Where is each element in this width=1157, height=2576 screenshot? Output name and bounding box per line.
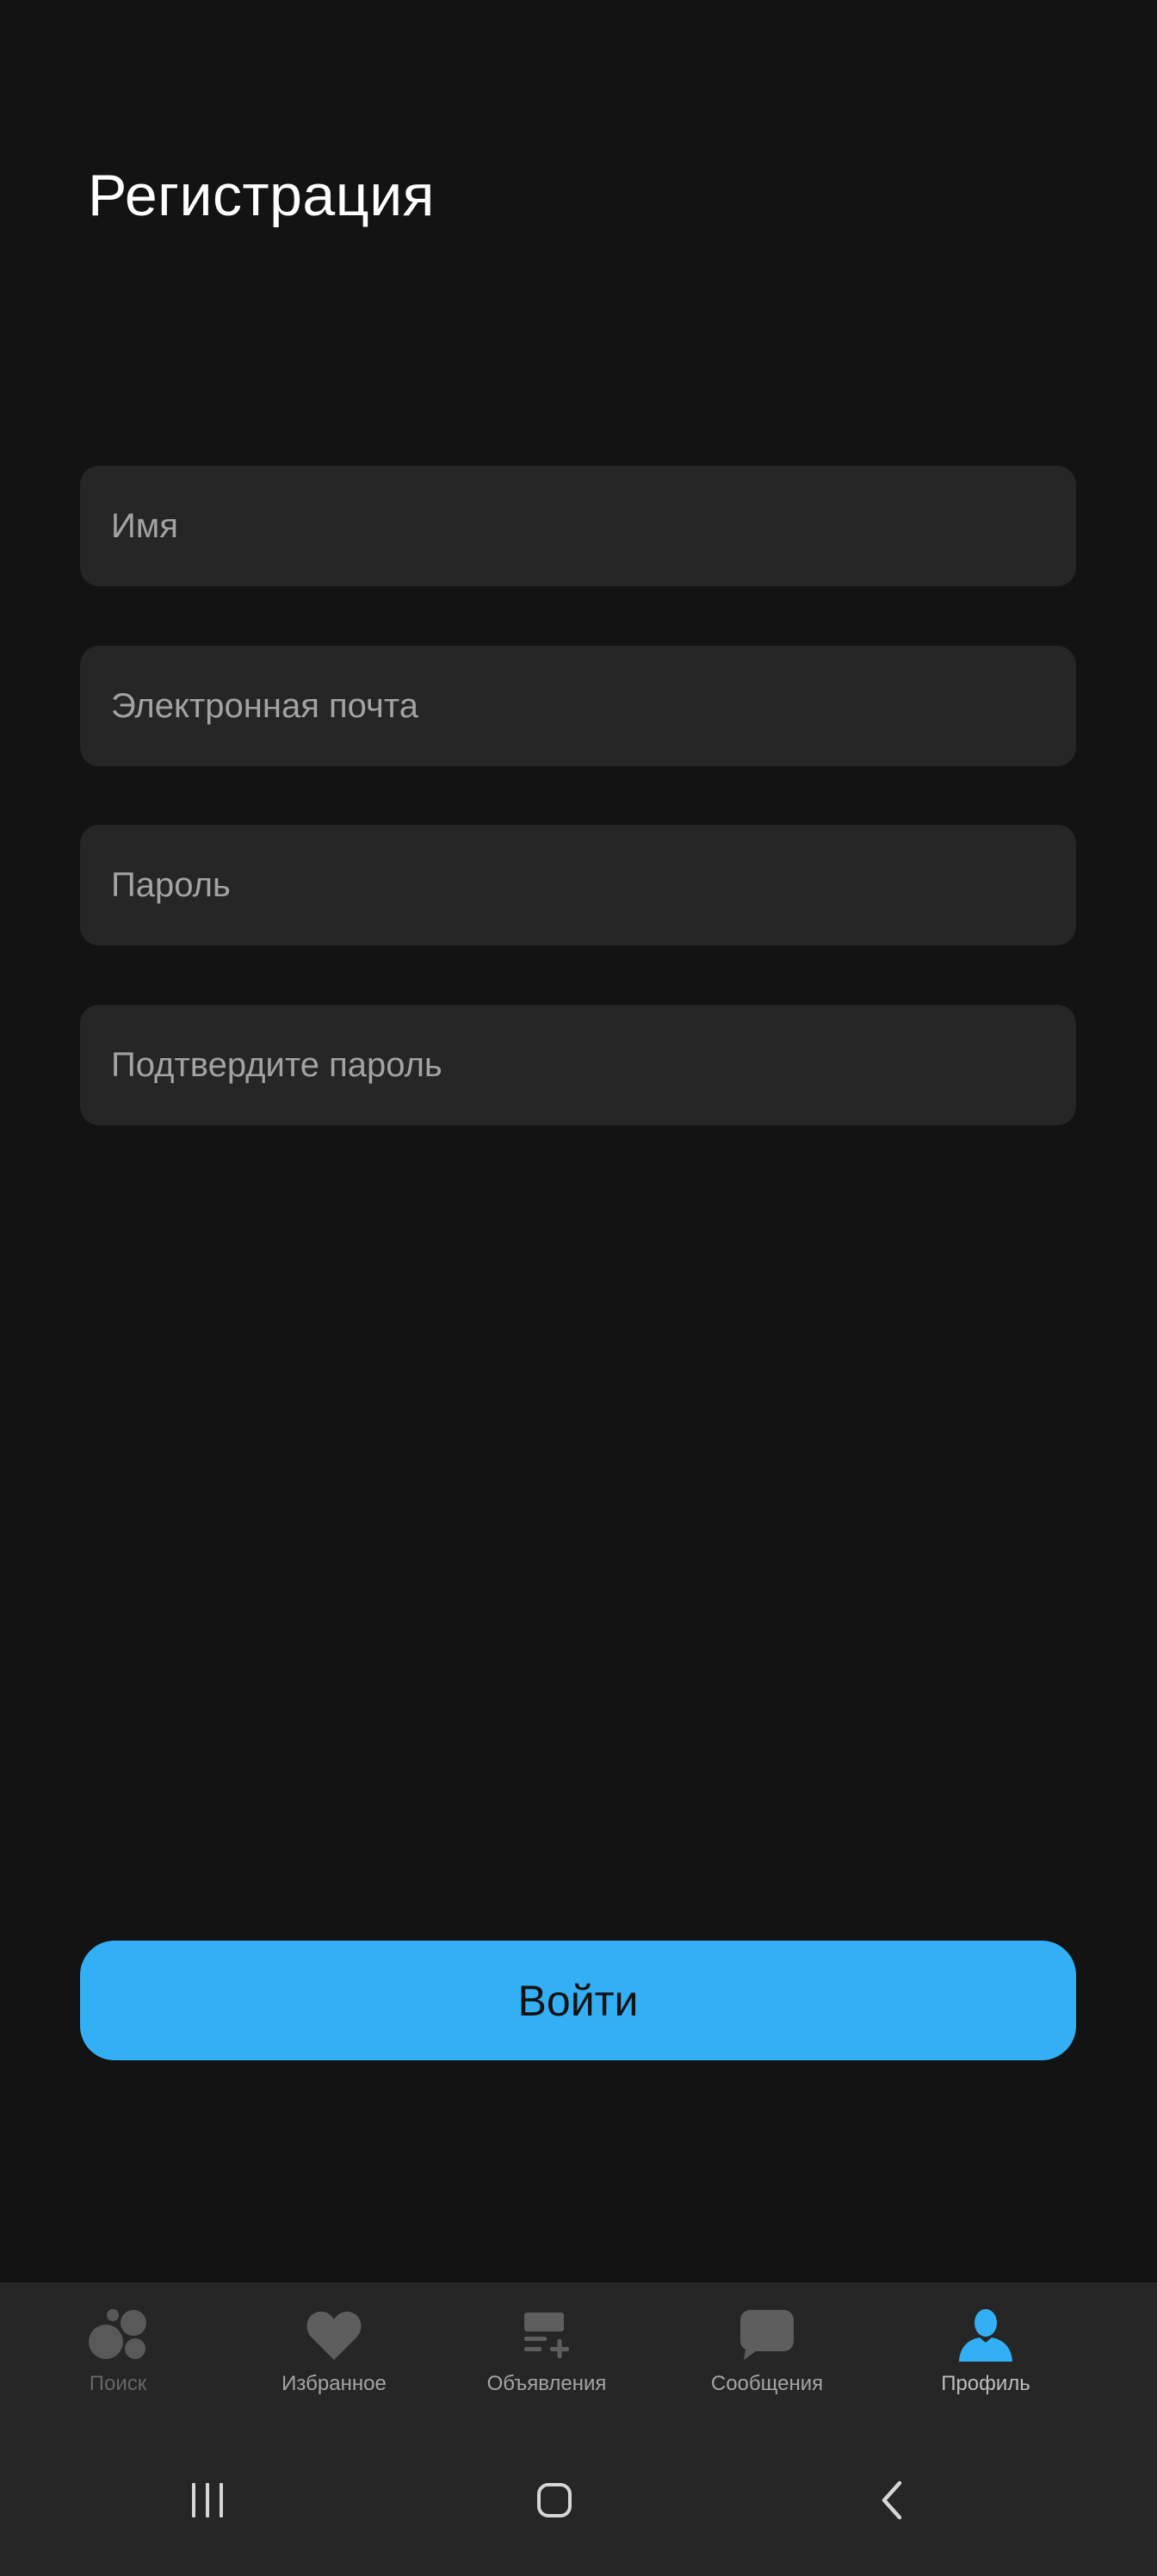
name-input[interactable] xyxy=(111,466,1076,586)
nav-item-profile[interactable]: Профиль xyxy=(891,2282,1080,2433)
recent-apps-icon xyxy=(189,2481,226,2523)
nav-label-messages: Сообщения xyxy=(710,2372,824,2395)
confirm-password-input[interactable] xyxy=(111,1005,1076,1125)
heart-icon xyxy=(305,2305,363,2365)
list-add-icon xyxy=(521,2305,572,2365)
registration-screen: Регистрация Войти Поиск xyxy=(0,0,1157,2576)
nav-item-messages[interactable]: Сообщения xyxy=(672,2282,862,2433)
login-button[interactable]: Войти xyxy=(80,1941,1076,2060)
recent-apps-button[interactable] xyxy=(173,2468,242,2536)
bubbles-icon xyxy=(87,2305,149,2365)
page-title: Регистрация xyxy=(88,163,436,228)
home-button[interactable] xyxy=(520,2468,589,2536)
nav-label-listings: Объявления xyxy=(486,2372,607,2395)
nav-item-favorites[interactable]: Избранное xyxy=(239,2282,429,2433)
back-button[interactable] xyxy=(858,2468,927,2536)
email-input[interactable] xyxy=(111,646,1076,766)
nav-label-search: Поиск xyxy=(89,2372,147,2395)
password-field[interactable] xyxy=(80,825,1076,945)
name-field[interactable] xyxy=(80,466,1076,586)
password-input[interactable] xyxy=(111,825,1076,945)
email-field[interactable] xyxy=(80,646,1076,766)
nav-item-listings[interactable]: Объявления xyxy=(452,2282,641,2433)
confirm-password-field[interactable] xyxy=(80,1005,1076,1125)
nav-label-profile: Профиль xyxy=(941,2372,1030,2395)
nav-label-favorites: Избранное xyxy=(282,2372,387,2395)
person-icon xyxy=(957,2305,1014,2365)
home-icon xyxy=(535,2481,573,2523)
bottom-nav: Поиск Избранное Объявления Сообщения Про… xyxy=(0,2282,1157,2433)
chat-icon xyxy=(739,2305,795,2365)
system-navigation-bar xyxy=(0,2433,1157,2576)
back-icon xyxy=(874,2480,912,2525)
nav-item-search[interactable]: Поиск xyxy=(23,2282,213,2433)
